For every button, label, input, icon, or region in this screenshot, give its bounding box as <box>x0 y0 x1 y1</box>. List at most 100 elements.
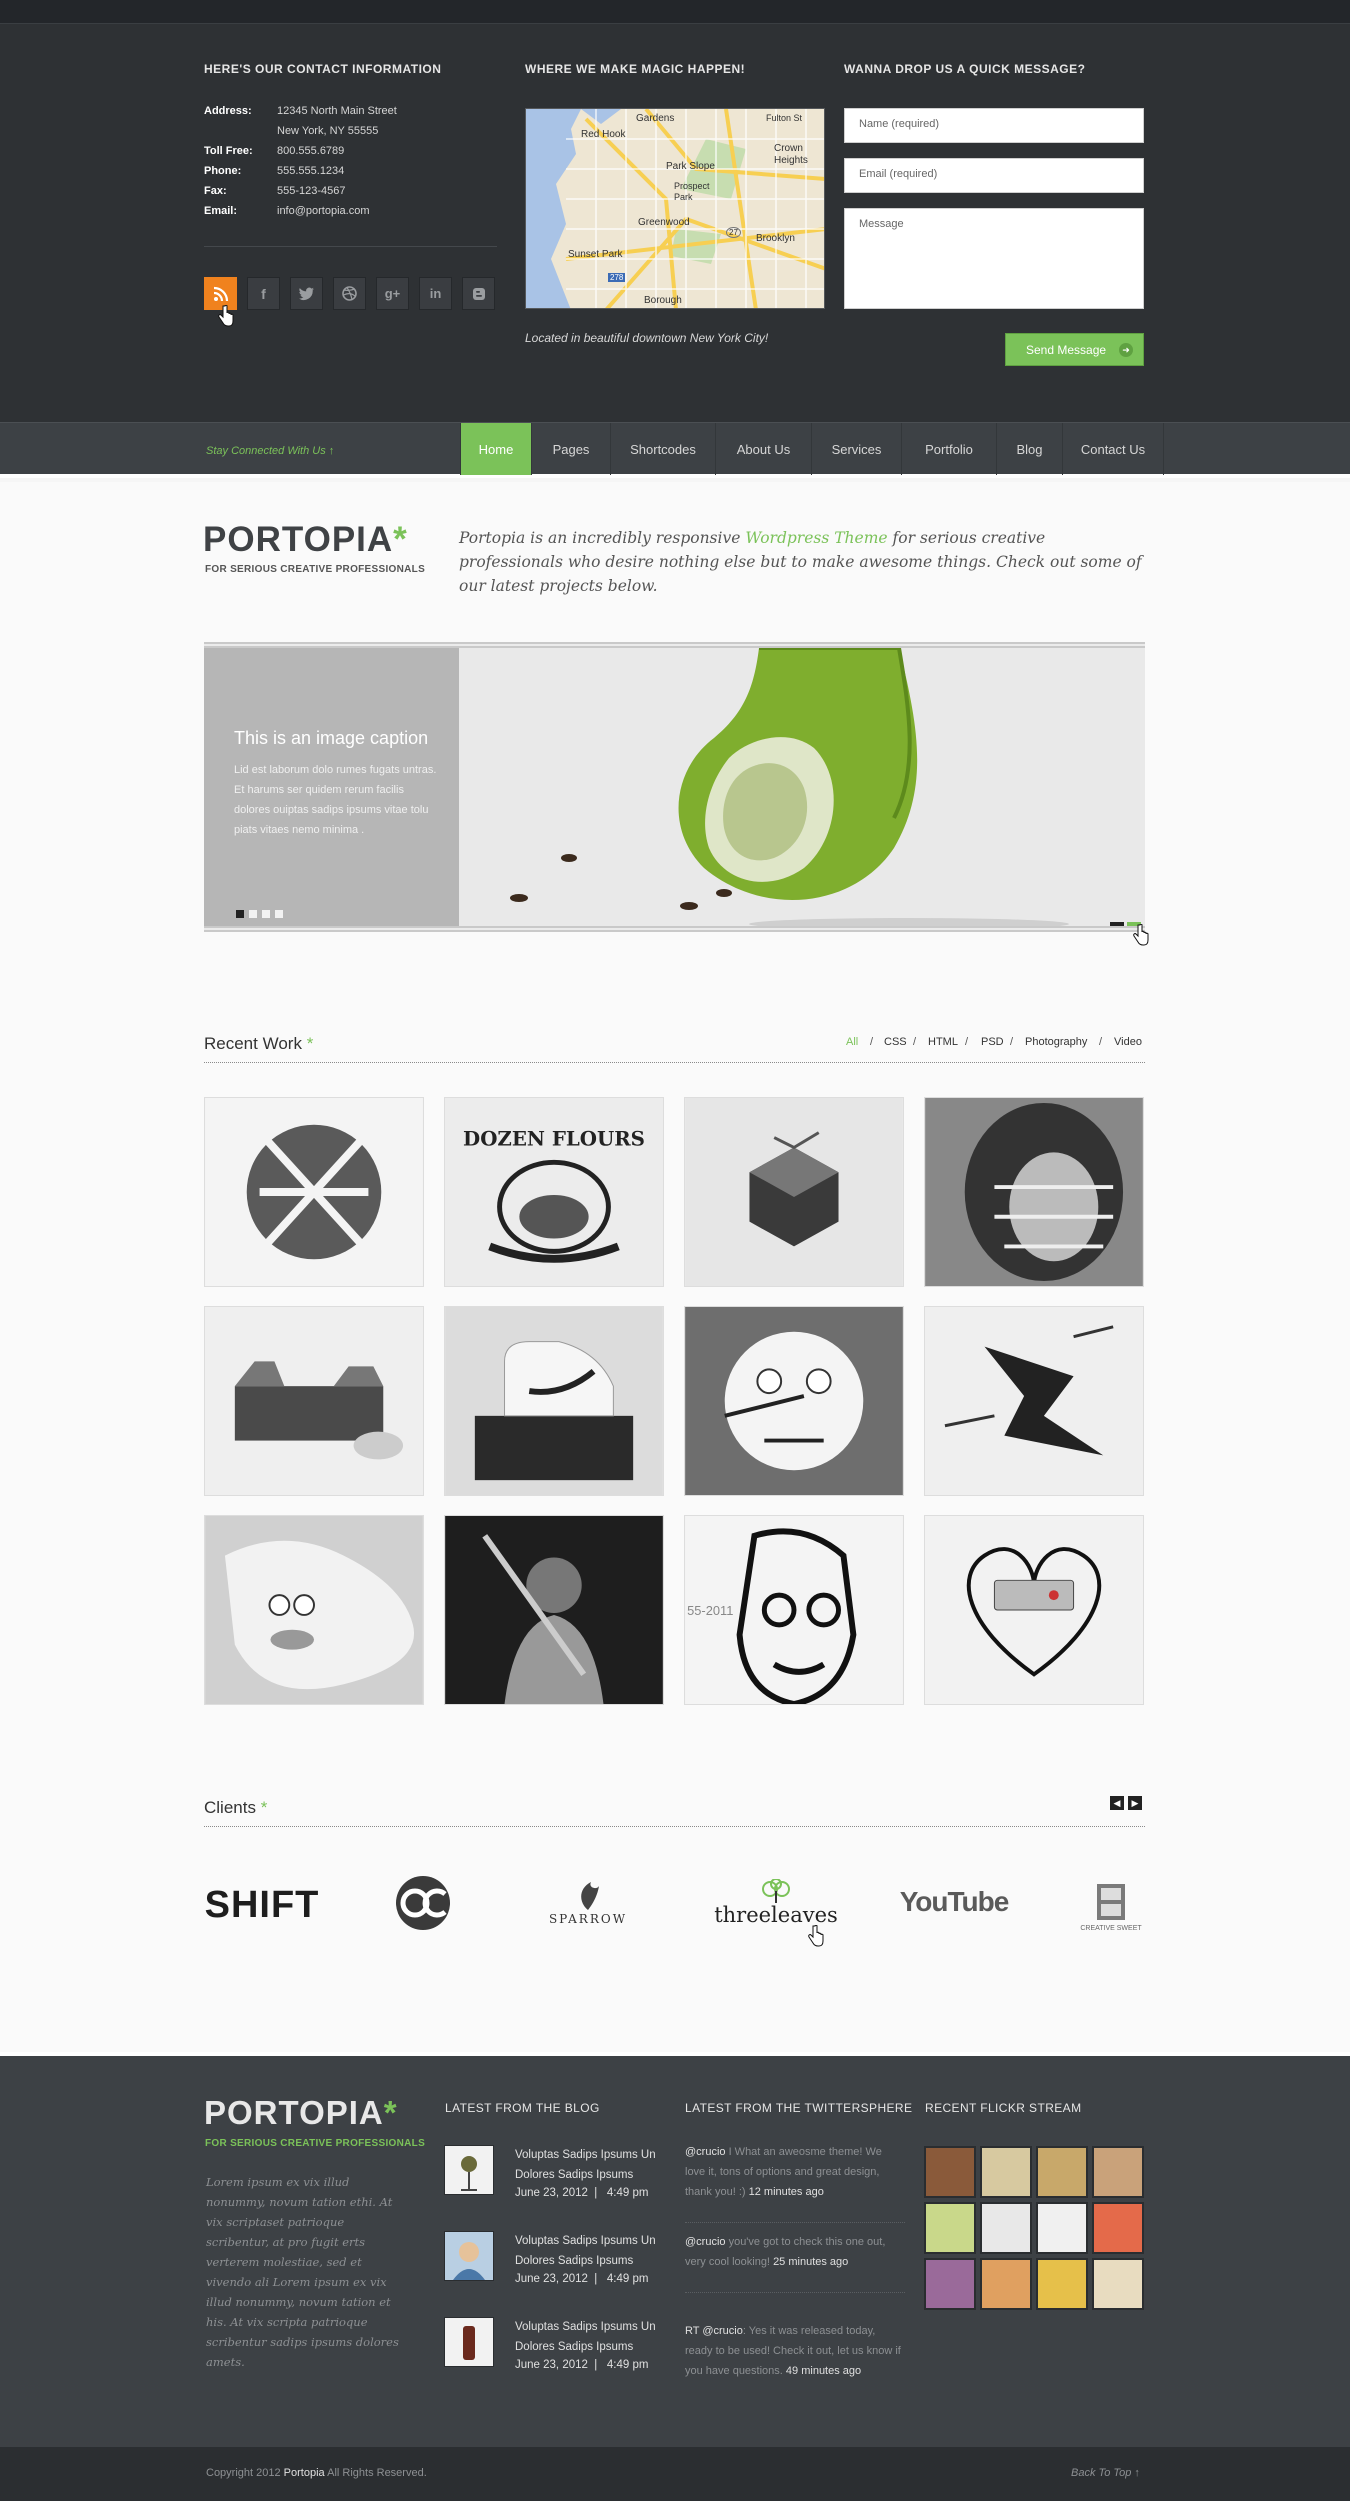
portfolio-thumb[interactable] <box>924 1306 1144 1496</box>
filter-separator: / <box>913 1036 917 1048</box>
flickr-thumb[interactable] <box>980 2258 1032 2310</box>
tweet: @crucio I What an aweosme theme! We love… <box>685 2146 882 2198</box>
nav-shortcodes[interactable]: Shortcodes <box>610 423 715 475</box>
flickr-thumb[interactable] <box>1092 2258 1144 2310</box>
post-meta: June 23, 2012 | 4:49 pm <box>515 2187 649 2199</box>
google-plus-icon[interactable]: g+ <box>376 277 409 310</box>
recent-work-title: Recent Work * <box>204 1034 314 1053</box>
clients-next-icon[interactable]: ▶ <box>1128 1796 1142 1810</box>
footer-bottom-bar: Copyright 2012 Portopia All Rights Reser… <box>0 2447 1350 2501</box>
nav-services[interactable]: Services <box>811 423 901 475</box>
footer-logo[interactable]: PORTOPIA* <box>204 2094 398 2132</box>
slide-image <box>459 648 1145 926</box>
filter-css[interactable]: CSS <box>884 1036 907 1048</box>
client-logo-creative-sweet[interactable]: CREATIVE SWEET <box>1078 1873 1144 1941</box>
copyright: Copyright 2012 Portopia All Rights Reser… <box>206 2467 427 2479</box>
post-title[interactable]: Voluptas Sadips Ipsums Un Dolores Sadips… <box>515 2145 665 2185</box>
tweet-user[interactable]: @crucio <box>685 2146 726 2158</box>
portfolio-thumb[interactable] <box>204 1515 424 1705</box>
back-to-top-link[interactable]: Back To Top ↑ <box>1071 2467 1140 2479</box>
slide-dot[interactable] <box>249 910 257 918</box>
twitter-heading: LATEST FROM THE TWITTERSPHERE <box>685 2101 913 2115</box>
flickr-thumb[interactable] <box>924 2146 976 2198</box>
clients-title: Clients * <box>204 1798 268 1817</box>
flickr-thumb[interactable] <box>980 2202 1032 2254</box>
portfolio-thumb[interactable] <box>684 1097 904 1287</box>
portfolio-thumb[interactable] <box>924 1097 1144 1287</box>
facebook-icon[interactable]: f <box>247 277 280 310</box>
contact-email-row[interactable]: Email: info@portopia.com <box>204 205 444 225</box>
name-input[interactable]: Name (required) <box>844 108 1144 143</box>
filter-photography[interactable]: Photography <box>1025 1036 1087 1048</box>
blogger-icon[interactable] <box>462 277 495 310</box>
map-label: Sunset Park <box>568 249 623 260</box>
linkedin-icon[interactable]: in <box>419 277 452 310</box>
client-logo-shift[interactable]: SHIFT <box>204 1875 320 1935</box>
portfolio-thumb[interactable] <box>444 1515 664 1705</box>
location-map[interactable]: Gardens Fulton St Red Hook Crown Heights… <box>525 108 825 309</box>
post-thumbnail[interactable] <box>444 2231 494 2281</box>
nav-contact-us[interactable]: Contact Us <box>1062 423 1164 475</box>
contact-heading: HERE'S OUR CONTACT INFORMATION <box>204 62 442 76</box>
filter-psd[interactable]: PSD <box>981 1036 1004 1048</box>
flickr-thumb[interactable] <box>1092 2202 1144 2254</box>
post-thumbnail[interactable] <box>444 2145 494 2195</box>
stay-connected-link[interactable]: Stay Connected With Us ↑ <box>206 445 334 457</box>
nav-about-us[interactable]: About Us <box>715 423 811 475</box>
clients-prev-icon[interactable]: ◀ <box>1110 1796 1124 1810</box>
post-title[interactable]: Voluptas Sadips Ipsums Un Dolores Sadips… <box>515 2317 665 2357</box>
slide-dot[interactable] <box>275 910 283 918</box>
slide-caption-body: Lid est laborum dolo rumes fugats untras… <box>234 764 437 836</box>
nav-home[interactable]: Home <box>460 423 531 475</box>
filter-all[interactable]: All <box>846 1036 858 1048</box>
flickr-thumb[interactable] <box>1036 2146 1088 2198</box>
message-textarea[interactable]: Message <box>844 208 1144 309</box>
footer-about-text: Lorem ipsum ex vix illud nonummy, novum … <box>206 2175 399 2369</box>
nav-blog[interactable]: Blog <box>996 423 1062 475</box>
tweet-user[interactable]: @crucio <box>685 2236 726 2248</box>
portfolio-thumb[interactable] <box>204 1097 424 1287</box>
filter-video[interactable]: Video <box>1114 1036 1142 1048</box>
flickr-heading: RECENT FLICKR STREAM <box>925 2101 1082 2115</box>
send-message-button[interactable]: Send Message ➜ <box>1005 333 1144 366</box>
flickr-thumb[interactable] <box>1036 2202 1088 2254</box>
tweet-user[interactable]: RT @crucio <box>685 2325 743 2337</box>
wordpress-theme-link[interactable]: Wordpress Theme <box>745 529 887 547</box>
dribbble-icon[interactable] <box>333 277 366 310</box>
map-label: Gardens <box>636 113 675 124</box>
post-thumbnail[interactable] <box>444 2317 494 2367</box>
slide-dot[interactable] <box>262 910 270 918</box>
flickr-thumb[interactable] <box>924 2258 976 2310</box>
contact-row: Phone: 555.555.1234 <box>204 165 345 177</box>
flickr-thumb[interactable] <box>924 2202 976 2254</box>
contact-divider <box>204 246 497 247</box>
portfolio-thumb[interactable] <box>444 1306 664 1496</box>
client-logo-sparrow[interactable]: SPARROW <box>538 1870 638 1935</box>
twitter-icon[interactable] <box>290 277 323 310</box>
email-input[interactable]: Email (required) <box>844 158 1144 193</box>
site-tagline: FOR SERIOUS CREATIVE PROFESSIONALS <box>205 564 426 575</box>
flickr-thumb[interactable] <box>1092 2146 1144 2198</box>
nav-pages[interactable]: Pages <box>531 423 610 475</box>
portfolio-thumb[interactable]: 55-2011 <box>684 1515 904 1705</box>
footer <box>0 2052 1350 2447</box>
portfolio-thumb[interactable] <box>684 1306 904 1496</box>
map-heading: WHERE WE MAKE MAGIC HAPPEN! <box>525 62 746 76</box>
post-title[interactable]: Voluptas Sadips Ipsums Un Dolores Sadips… <box>515 2231 665 2271</box>
map-label: Greenwood <box>638 217 690 228</box>
client-logo-oc[interactable]: OC <box>380 1870 465 1935</box>
flickr-thumb[interactable] <box>1036 2258 1088 2310</box>
post-meta: June 23, 2012 | 4:49 pm <box>515 2359 649 2371</box>
slider-prev-icon[interactable]: ◀ <box>1110 922 1124 926</box>
portfolio-thumb[interactable] <box>924 1515 1144 1705</box>
slide-dot[interactable] <box>236 910 244 918</box>
nav-portfolio[interactable]: Portfolio <box>901 423 996 475</box>
map-caption: Located in beautiful downtown New York C… <box>525 331 769 345</box>
filter-html[interactable]: HTML <box>928 1036 958 1048</box>
send-message-label: Send Message <box>1026 342 1107 357</box>
site-logo[interactable]: PORTOPIA* <box>203 520 408 560</box>
portfolio-thumb[interactable]: DOZEN FLOURS <box>444 1097 664 1287</box>
flickr-thumb[interactable] <box>980 2146 1032 2198</box>
portfolio-thumb[interactable] <box>204 1306 424 1496</box>
client-logo-youtube[interactable]: YouTube <box>900 1880 1010 1924</box>
